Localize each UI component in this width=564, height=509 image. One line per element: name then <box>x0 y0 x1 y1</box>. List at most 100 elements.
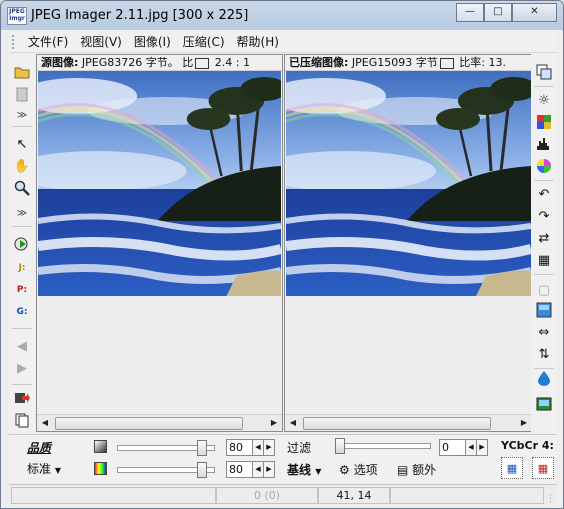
source-image-label: 源图像: <box>41 56 79 69</box>
filter-slider-thumb[interactable] <box>335 438 345 454</box>
right-toolbar: ☼ ↶ ↷ ⇄ ▦ ▢ ⇔ ⇅ <box>531 54 557 434</box>
pages-icon[interactable] <box>12 410 32 430</box>
format-jpeg-icon[interactable]: J: <box>12 258 32 278</box>
quality-slider-1-thumb[interactable] <box>197 440 207 456</box>
left-toolbar: ≫ ↖ ✋ ≫ J: P: G: ◀ ▶ <box>9 54 35 434</box>
status-panel-middle: 0 (0) <box>216 487 318 504</box>
extra-icon: ▤ <box>397 463 409 477</box>
title-bar: JPEG Imgr JPEG Imager 2.11.jpg [300 x 225… <box>1 1 563 30</box>
options-label: 选项 <box>353 463 378 477</box>
quality-mode-dropdown[interactable]: 标准 ▼ <box>27 460 61 477</box>
filter-value[interactable]: 0 <box>439 439 467 456</box>
crop-icon[interactable]: ▦ <box>534 250 554 270</box>
subsample-blue-icon[interactable]: ▦ <box>501 457 523 479</box>
quality-label: 品质 <box>27 441 52 455</box>
resize-icon[interactable]: ⇔ <box>534 322 554 342</box>
spin-right-icon[interactable]: ▶ <box>476 439 488 456</box>
spin-right-icon[interactable]: ▶ <box>263 461 275 478</box>
extra-label: 额外 <box>412 463 437 477</box>
compress-run-icon[interactable] <box>12 234 32 254</box>
paste-icon[interactable] <box>12 84 32 104</box>
open-folder-icon[interactable] <box>12 62 32 82</box>
scroll-right-icon[interactable]: ▶ <box>516 415 532 431</box>
rotate-right-icon[interactable]: ↷ <box>534 206 554 226</box>
flip-icon[interactable]: ⇄ <box>534 228 554 248</box>
picture-icon[interactable] <box>534 394 554 414</box>
menu-view[interactable]: 视图(V) <box>74 32 128 52</box>
histogram-icon[interactable] <box>534 134 554 154</box>
subsample-red-icon[interactable]: ▦ <box>532 457 554 479</box>
window-title: JPEG Imager 2.11.jpg [300 x 225] <box>31 8 249 23</box>
scroll-right-icon[interactable]: ▶ <box>266 415 282 431</box>
menu-compress[interactable]: 压缩(C) <box>177 32 231 52</box>
source-image-pane: 源图像: JPEG83726 字节。 比 2.4 : 1 ◀ ▶ <box>36 54 283 432</box>
compressed-image-label: 已压缩图像: <box>289 56 349 69</box>
pointer-icon[interactable]: ↖ <box>12 134 32 154</box>
source-image[interactable] <box>38 71 281 296</box>
scroll-left-icon[interactable]: ◀ <box>285 415 301 431</box>
quality-value-2[interactable]: 80 <box>226 461 254 478</box>
minimize-button[interactable]: — <box>456 3 484 22</box>
encoding-mode-value: 基线 <box>287 463 312 477</box>
hand-icon[interactable]: ✋ <box>12 156 32 176</box>
quality-mode-value: 标准 <box>27 462 52 476</box>
scroll-thumb[interactable] <box>303 417 491 430</box>
compressed-image-info: JPEG15093 字节 <box>351 56 438 69</box>
gradient-icon[interactable] <box>534 300 554 320</box>
scroll-left-icon[interactable]: ◀ <box>37 415 53 431</box>
chevron-down-icon: ▼ <box>315 467 322 476</box>
menu-help[interactable]: 帮助(H) <box>231 32 285 52</box>
compressed-image[interactable] <box>286 71 531 296</box>
app-icon: JPEG Imgr <box>7 7 27 25</box>
toolbar-separator <box>12 328 32 329</box>
quality-value-1[interactable]: 80 <box>226 439 254 456</box>
color-space-label: YCbCr 4: <box>501 439 554 452</box>
chevron-down-icon[interactable]: ≫ <box>12 208 32 220</box>
export-icon[interactable] <box>12 388 32 408</box>
status-panel-right <box>390 487 544 504</box>
resize-grip-icon[interactable]: ⋮ <box>546 494 556 504</box>
color-wheel-icon[interactable] <box>534 156 554 176</box>
toolbar-separator <box>534 274 554 275</box>
duplicate-icon[interactable] <box>534 62 554 82</box>
compressed-empty-area <box>285 296 532 415</box>
menu-image[interactable]: 图像(I) <box>128 32 177 52</box>
rotate-left-icon[interactable]: ↶ <box>534 184 554 204</box>
forward-icon[interactable]: ▶ <box>12 358 32 378</box>
water-drop-icon[interactable] <box>534 368 554 388</box>
compressed-image-pane: 已压缩图像: JPEG15093 字节 比率: 13. ◀ ▶ <box>284 54 533 432</box>
swap-icon[interactable]: ⇅ <box>534 344 554 364</box>
chevron-down-icon[interactable]: ≫ <box>12 110 32 122</box>
format-png-icon[interactable]: P: <box>12 280 32 300</box>
source-horizontal-scrollbar[interactable]: ◀ ▶ <box>37 414 282 431</box>
beach-rainbow-image <box>38 71 281 296</box>
menu-bar: 文件(F) 视图(V) 图像(I) 压缩(C) 帮助(H) <box>9 32 557 53</box>
close-button[interactable]: ✕ <box>512 3 557 22</box>
zoom-icon[interactable] <box>12 178 32 198</box>
toolbar-separator <box>12 226 32 227</box>
beach-rainbow-image <box>286 71 531 296</box>
encoding-mode-dropdown[interactable]: 基线 ▼ <box>287 461 321 478</box>
color-balance-icon[interactable] <box>534 112 554 132</box>
toolbar-separator <box>12 384 32 385</box>
toolbar-separator <box>534 86 554 87</box>
toolbar-separator <box>534 180 554 181</box>
compressed-image-ratio: 13. <box>488 56 506 69</box>
back-icon[interactable]: ◀ <box>12 336 32 356</box>
filter-slider[interactable] <box>337 443 431 449</box>
status-coords: 41, 14 <box>318 487 390 504</box>
ratio-icon <box>195 57 210 69</box>
spin-right-icon[interactable]: ▶ <box>263 439 275 456</box>
scroll-thumb[interactable] <box>55 417 243 430</box>
menu-grip-icon <box>12 35 18 49</box>
format-gif-icon[interactable]: G: <box>12 302 32 322</box>
selection-icon[interactable]: ▢ <box>534 280 554 300</box>
extra-button[interactable]: ▤ 额外 <box>397 461 436 478</box>
gear-icon: ⚙ <box>339 463 350 477</box>
menu-file[interactable]: 文件(F) <box>22 32 74 52</box>
compressed-horizontal-scrollbar[interactable]: ◀ ▶ <box>285 414 532 431</box>
options-button[interactable]: ⚙ 选项 <box>339 461 378 478</box>
brightness-icon[interactable]: ☼ <box>534 90 554 110</box>
quality-slider-2-thumb[interactable] <box>197 462 207 478</box>
maximize-button[interactable]: □ <box>484 3 512 22</box>
